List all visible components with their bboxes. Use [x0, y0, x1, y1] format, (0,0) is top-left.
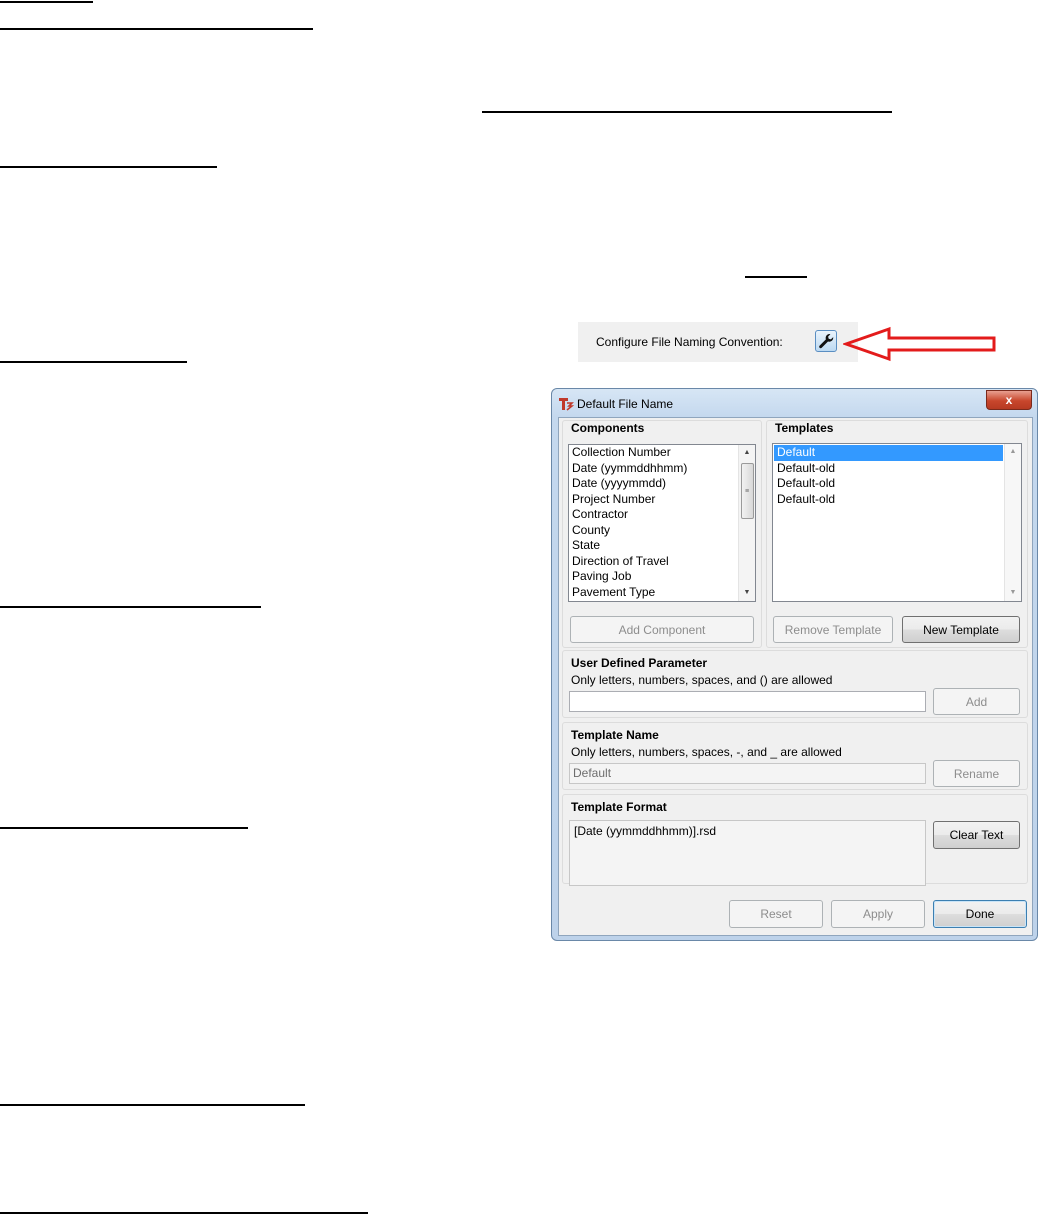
components-list-item[interactable]: Paving Job	[569, 569, 755, 585]
wrench-icon	[819, 334, 834, 349]
components-list-item[interactable]: Date (yymmddhhmm)	[569, 461, 755, 477]
document-rule	[0, 166, 217, 168]
components-list[interactable]: Collection Number Date (yymmddhhmm) Date…	[568, 444, 756, 602]
dialog-titlebar[interactable]: Default File Name x	[552, 389, 1037, 417]
scrollbar-thumb[interactable]: ≡	[741, 463, 754, 519]
components-list-item[interactable]: Collection Number	[569, 445, 755, 461]
templates-list-item[interactable]: Default-old	[774, 476, 1021, 492]
grip-icon: ≡	[745, 488, 750, 495]
template-format-textarea[interactable]: [Date (yymmddhhmm)].rsd	[569, 820, 926, 886]
components-scrollbar[interactable]: ▲ ≡ ▼	[738, 445, 755, 601]
template-name-hint: Only letters, numbers, spaces, -, and _ …	[571, 745, 842, 759]
scroll-down-arrow-icon[interactable]: ▼	[1005, 585, 1021, 601]
document-rule	[0, 361, 187, 363]
document-rule	[0, 1104, 305, 1106]
document-rule	[0, 606, 261, 608]
components-list-item[interactable]: Direction of Travel	[569, 554, 755, 570]
dialog-client-area: Components Collection Number Date (yymmd…	[558, 417, 1033, 936]
templates-list-item[interactable]: Default-old	[774, 492, 1021, 508]
document-rule	[0, 1212, 368, 1214]
document-rule	[0, 28, 313, 30]
close-button[interactable]: x	[986, 390, 1032, 410]
remove-template-button[interactable]: Remove Template	[773, 616, 893, 643]
document-rule	[0, 827, 248, 829]
templates-list-item[interactable]: Default-old	[774, 461, 1021, 477]
document-rule	[745, 276, 807, 278]
scroll-down-arrow-icon[interactable]: ▼	[739, 585, 755, 601]
configure-naming-strip: Configure File Naming Convention:	[578, 322, 858, 362]
template-name-input[interactable]: Default	[569, 763, 926, 784]
dialog-title: Default File Name	[577, 397, 674, 411]
components-list-item[interactable]: Project Number	[569, 492, 755, 508]
configure-naming-label: Configure File Naming Convention:	[596, 335, 783, 349]
template-name-title: Template Name	[571, 728, 659, 742]
add-parameter-button[interactable]: Add	[933, 688, 1020, 715]
components-list-item[interactable]: Date (yyyymmdd)	[569, 476, 755, 492]
template-format-title: Template Format	[571, 800, 667, 814]
components-list-item[interactable]: County	[569, 523, 755, 539]
document-rule	[482, 111, 892, 113]
user-defined-parameter-hint: Only letters, numbers, spaces, and () ar…	[571, 673, 833, 687]
user-defined-parameter-input[interactable]	[569, 691, 926, 712]
default-file-name-dialog: Default File Name x Components Collectio…	[551, 388, 1038, 941]
clear-text-button[interactable]: Clear Text	[933, 821, 1020, 849]
reset-button[interactable]: Reset	[729, 900, 823, 928]
rename-button[interactable]: Rename	[933, 760, 1020, 787]
user-defined-parameter-title: User Defined Parameter	[571, 656, 708, 670]
document-rule	[0, 1, 93, 3]
components-list-item[interactable]: State	[569, 538, 755, 554]
templates-list[interactable]: Default Default-old Default-old Default-…	[772, 443, 1022, 602]
templates-scrollbar[interactable]: ▲ ▼	[1004, 444, 1021, 601]
new-template-button[interactable]: New Template	[902, 616, 1020, 643]
scroll-up-arrow-icon[interactable]: ▲	[1005, 444, 1021, 460]
templates-title: Templates	[775, 421, 834, 435]
components-list-item[interactable]: Pavement Type	[569, 585, 755, 601]
templates-list-item-selected[interactable]: Default	[774, 445, 1003, 461]
app-logo-icon	[559, 398, 574, 411]
components-list-item[interactable]: Contractor	[569, 507, 755, 523]
done-button[interactable]: Done	[933, 900, 1027, 928]
configure-naming-button[interactable]	[815, 330, 837, 352]
add-component-button[interactable]: Add Component	[570, 616, 754, 643]
components-title: Components	[571, 421, 645, 435]
red-arrow-annotation	[843, 326, 996, 362]
apply-button[interactable]: Apply	[831, 900, 925, 928]
scroll-up-arrow-icon[interactable]: ▲	[739, 445, 755, 461]
